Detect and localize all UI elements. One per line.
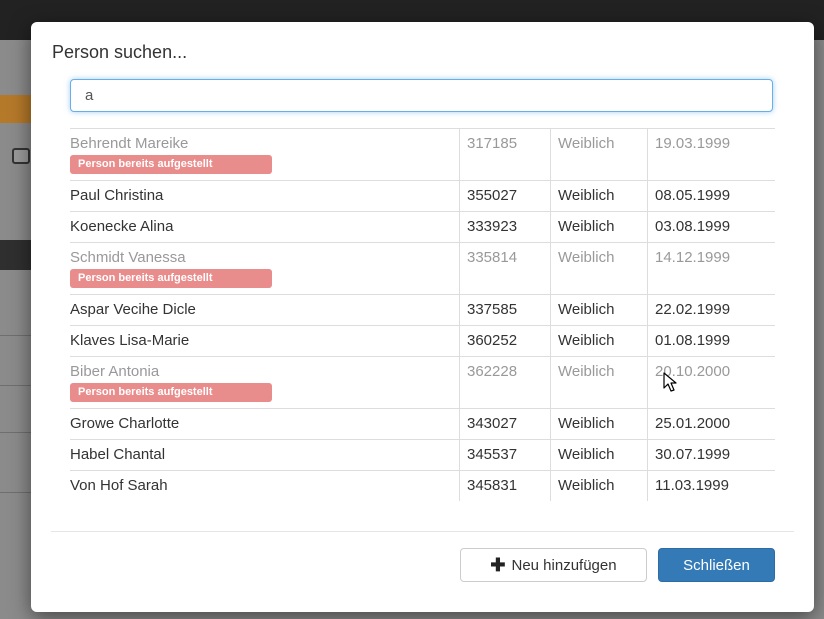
person-gender: Weiblich — [550, 356, 648, 409]
person-name-cell: Growe Charlotte — [70, 408, 460, 440]
person-id: 335814 — [459, 242, 551, 295]
footer-divider — [51, 531, 794, 532]
person-name-cell: Aspar Vecihe Dicle — [70, 294, 460, 326]
person-gender: Weiblich — [550, 439, 648, 471]
close-button[interactable]: Schließen — [658, 548, 775, 582]
person-id: 345537 — [459, 439, 551, 471]
table-row[interactable]: Growe Charlotte 343027 Weiblich 25.01.2000 — [70, 408, 775, 440]
person-id: 360252 — [459, 325, 551, 357]
table-row[interactable]: Habel Chantal 345537 Weiblich 30.07.1999 — [70, 439, 775, 471]
person-name-cell: Biber Antonia Person bereits aufgestellt — [70, 356, 460, 409]
person-name: Schmidt Vanessa — [70, 249, 186, 266]
person-gender: Weiblich — [550, 294, 648, 326]
person-name: Paul Christina — [70, 187, 164, 204]
person-gender: Weiblich — [550, 325, 648, 357]
person-name: Growe Charlotte — [70, 415, 180, 432]
table-row[interactable]: Paul Christina 355027 Weiblich 08.05.1999 — [70, 180, 775, 212]
person-id: 337585 — [459, 294, 551, 326]
already-assigned-badge: Person bereits aufgestellt — [70, 155, 272, 174]
add-new-label: Neu hinzufügen — [511, 556, 617, 574]
dialog-title: Person suchen... — [52, 42, 188, 62]
person-birthdate: 03.08.1999 — [647, 211, 775, 243]
table-row[interactable]: Koenecke Alina 333923 Weiblich 03.08.1999 — [70, 211, 775, 243]
add-new-button[interactable]: ✚ Neu hinzufügen — [460, 548, 647, 582]
person-name: Habel Chantal — [70, 446, 166, 463]
mouse-cursor-icon — [663, 372, 677, 392]
person-name: Biber Antonia — [70, 363, 160, 380]
close-label: Schließen — [683, 556, 750, 574]
person-birthdate: 19.03.1999 — [647, 128, 775, 181]
table-row: Schmidt Vanessa Person bereits aufgestell… — [70, 242, 775, 295]
search-input[interactable] — [70, 79, 773, 112]
person-name-cell: Paul Christina — [70, 180, 460, 212]
person-name: Klaves Lisa-Marie — [70, 332, 190, 349]
person-birthdate: 01.08.1999 — [647, 325, 775, 357]
person-gender: Weiblich — [550, 128, 648, 181]
results-table: Behrendt Mareike Person bereits aufgestel… — [70, 128, 775, 501]
person-name-cell: Schmidt Vanessa Person bereits aufgestell… — [70, 242, 460, 295]
person-id: 345831 — [459, 470, 551, 501]
person-name-cell: Habel Chantal — [70, 439, 460, 471]
table-row[interactable]: Von Hof Sarah 345831 Weiblich 11.03.1999 — [70, 470, 775, 501]
person-name-cell: Koenecke Alina — [70, 211, 460, 243]
person-birthdate: 11.03.1999 — [647, 470, 775, 501]
already-assigned-badge: Person bereits aufgestellt — [70, 383, 272, 402]
person-id: 343027 — [459, 408, 551, 440]
person-birthdate: 14.12.1999 — [647, 242, 775, 295]
person-gender: Weiblich — [550, 242, 648, 295]
person-gender: Weiblich — [550, 470, 648, 501]
already-assigned-badge: Person bereits aufgestellt — [70, 269, 272, 288]
person-name: Aspar Vecihe Dicle — [70, 301, 196, 318]
person-name: Von Hof Sarah — [70, 477, 168, 494]
plus-icon: ✚ — [490, 554, 506, 575]
table-row: Behrendt Mareike Person bereits aufgestel… — [70, 128, 775, 181]
person-birthdate: 08.05.1999 — [647, 180, 775, 212]
person-id: 355027 — [459, 180, 551, 212]
table-row[interactable]: Aspar Vecihe Dicle 337585 Weiblich 22.02.19… — [70, 294, 775, 326]
person-gender: Weiblich — [550, 211, 648, 243]
person-name-cell: Klaves Lisa-Marie — [70, 325, 460, 357]
person-name-cell: Von Hof Sarah — [70, 470, 460, 501]
person-birthdate: 30.07.1999 — [647, 439, 775, 471]
person-birthdate: 22.02.1999 — [647, 294, 775, 326]
table-row[interactable]: Klaves Lisa-Marie 360252 Weiblich 01.08.199… — [70, 325, 775, 357]
person-id: 333923 — [459, 211, 551, 243]
person-name-cell: Behrendt Mareike Person bereits aufgestel… — [70, 128, 460, 181]
person-birthdate: 25.01.2000 — [647, 408, 775, 440]
person-name: Behrendt Mareike — [70, 135, 189, 152]
background-block-icon — [12, 148, 30, 164]
person-id: 362228 — [459, 356, 551, 409]
person-gender: Weiblich — [550, 408, 648, 440]
person-gender: Weiblich — [550, 180, 648, 212]
person-id: 317185 — [459, 128, 551, 181]
person-name: Koenecke Alina — [70, 218, 174, 235]
person-search-dialog: Person suchen... Behrendt Mareike Person … — [31, 22, 814, 612]
results-table-container[interactable]: Behrendt Mareike Person bereits aufgestel… — [70, 128, 775, 502]
